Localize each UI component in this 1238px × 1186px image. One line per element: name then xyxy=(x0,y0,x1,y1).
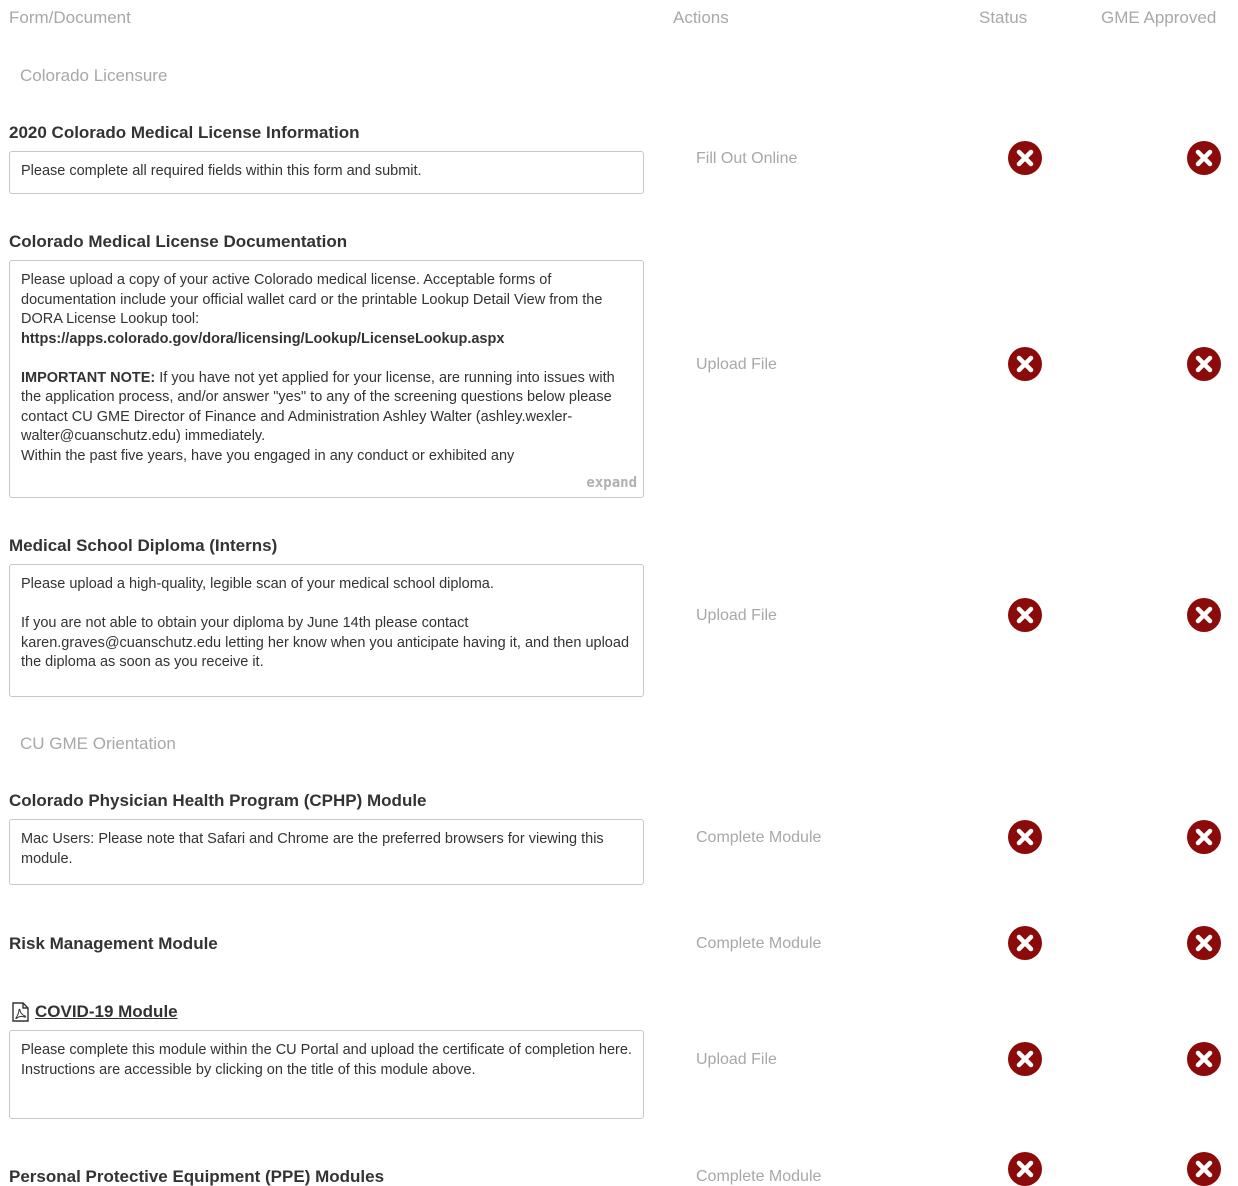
license-lookup-link[interactable]: https://apps.colorado.gov/dora/licensing… xyxy=(21,330,632,350)
item-description: Mac Users: Please note that Safari and C… xyxy=(9,819,644,885)
item-title: 2020 Colorado Medical License Informatio… xyxy=(9,123,360,142)
description-text: Please upload a high-quality, legible sc… xyxy=(21,576,494,592)
x-circle-icon xyxy=(1187,926,1221,960)
item-description: Please complete all required fields with… xyxy=(9,151,644,194)
x-circle-icon xyxy=(1008,141,1042,175)
item-title: Medical School Diploma (Interns) xyxy=(9,536,278,555)
complete-module-button[interactable]: Complete Module xyxy=(696,1168,821,1186)
x-circle-icon xyxy=(1008,820,1042,854)
important-note: IMPORTANT NOTE: If you have not yet appl… xyxy=(21,369,632,447)
x-circle-icon xyxy=(1008,598,1042,632)
item-title[interactable]: COVID-19 Module xyxy=(35,1002,178,1022)
x-circle-icon xyxy=(1187,1042,1221,1076)
x-circle-icon xyxy=(1187,820,1221,854)
column-header-form-document: Form/Document xyxy=(9,8,131,27)
description-text: Within the past five years, have you eng… xyxy=(21,447,515,464)
column-header-actions: Actions xyxy=(673,8,729,27)
fill-out-online-button[interactable]: Fill Out Online xyxy=(696,150,797,168)
x-circle-icon xyxy=(1187,1152,1221,1186)
x-circle-icon xyxy=(1187,598,1221,632)
section-title: Colorado Licensure xyxy=(20,66,168,85)
pdf-file-icon xyxy=(12,1002,29,1022)
item-description: Please upload a copy of your active Colo… xyxy=(9,260,644,498)
expand-button[interactable]: expand xyxy=(582,473,637,493)
x-circle-icon xyxy=(1008,347,1042,381)
complete-module-button[interactable]: Complete Module xyxy=(696,829,821,847)
upload-file-button[interactable]: Upload File xyxy=(696,607,777,625)
covid-19-module-link[interactable]: COVID-19 Module xyxy=(9,1001,178,1023)
important-note-label: IMPORTANT NOTE: xyxy=(21,369,156,386)
x-circle-icon xyxy=(1008,1042,1042,1076)
complete-module-button[interactable]: Complete Module xyxy=(696,935,821,953)
x-circle-icon xyxy=(1187,347,1221,381)
x-circle-icon xyxy=(1008,926,1042,960)
upload-file-button[interactable]: Upload File xyxy=(696,356,777,374)
x-circle-icon xyxy=(1008,1152,1042,1186)
item-title: Risk Management Module xyxy=(9,934,218,953)
x-circle-icon xyxy=(1187,141,1221,175)
section-title: CU GME Orientation xyxy=(20,734,176,753)
description-text: Please complete all required fields with… xyxy=(21,163,422,179)
item-title: Colorado Medical License Documentation xyxy=(9,232,348,251)
description-text: Please upload a copy of your active Colo… xyxy=(21,272,603,327)
item-description: Please complete this module within the C… xyxy=(9,1030,644,1119)
upload-file-button[interactable]: Upload File xyxy=(696,1051,777,1069)
column-header-gme-approved: GME Approved xyxy=(1101,8,1217,27)
column-header-status: Status xyxy=(979,8,1028,27)
item-description: Please upload a high-quality, legible sc… xyxy=(9,564,644,697)
requirements-table: Form/Document Actions Status GME Approve… xyxy=(0,0,1238,1186)
description-text: Mac Users: Please note that Safari and C… xyxy=(21,831,604,867)
description-text: Please complete this module within the C… xyxy=(21,1042,632,1078)
item-title: Personal Protective Equipment (PPE) Modu… xyxy=(9,1167,385,1186)
description-text: If you are not able to obtain your diplo… xyxy=(21,615,630,670)
item-title: Colorado Physician Health Program (CPHP)… xyxy=(9,791,427,810)
